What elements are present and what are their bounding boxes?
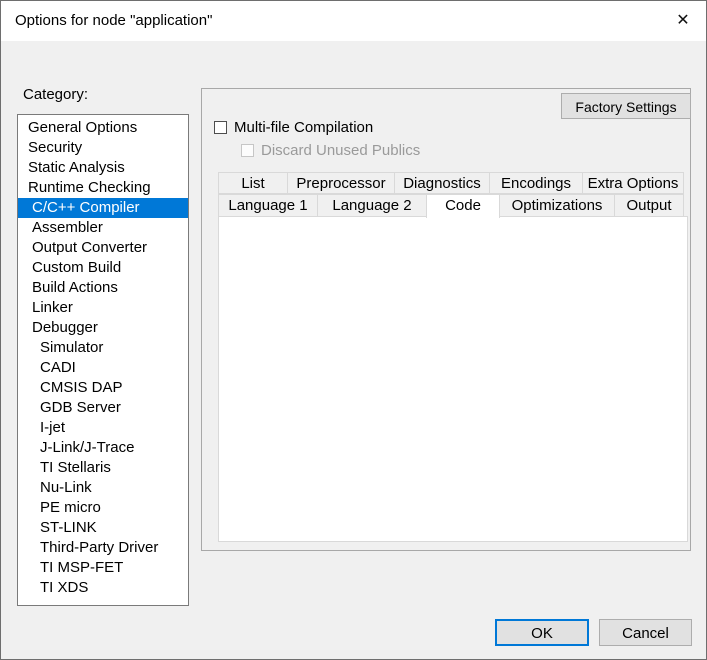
options-dialog: Options for node "application" ✕ Categor… (0, 0, 707, 660)
discard-unused-publics-checkbox-row: Discard Unused Publics (241, 142, 420, 159)
category-item[interactable]: J-Link/J-Trace (18, 438, 188, 458)
category-item[interactable]: I-jet (18, 418, 188, 438)
category-item[interactable]: PE micro (18, 498, 188, 518)
tab-preprocessor[interactable]: Preprocessor (287, 172, 395, 194)
dialog-title: Options for node "application" (15, 1, 212, 41)
title-bar: Options for node "application" ✕ (1, 1, 706, 41)
category-item[interactable]: CADI (18, 358, 188, 378)
cancel-button[interactable]: Cancel (599, 619, 692, 646)
category-label: Category: (23, 86, 88, 103)
tab-row-1: ListPreprocessorDiagnosticsEncodingsExtr… (218, 172, 684, 194)
category-item[interactable]: Simulator (18, 338, 188, 358)
tab-diagnostics[interactable]: Diagnostics (394, 172, 490, 194)
category-item[interactable]: Nu-Link (18, 478, 188, 498)
category-item[interactable]: CMSIS DAP (18, 378, 188, 398)
category-item[interactable]: GDB Server (18, 398, 188, 418)
tab-language-1[interactable]: Language 1 (218, 194, 318, 217)
tab-language-2[interactable]: Language 2 (317, 194, 427, 217)
tab-code[interactable]: Code (426, 194, 500, 218)
tab-row-2: Language 1Language 2CodeOptimizationsOut… (218, 194, 684, 217)
multi-file-compilation-label: Multi-file Compilation (234, 119, 373, 136)
category-item[interactable]: Custom Build (18, 258, 188, 278)
category-listbox[interactable]: General OptionsSecurityStatic AnalysisRu… (17, 114, 189, 606)
category-item[interactable]: General Options (18, 118, 188, 138)
tab-optimizations[interactable]: Optimizations (499, 194, 615, 217)
category-item[interactable]: Debugger (18, 318, 188, 338)
tab-output[interactable]: Output (614, 194, 684, 217)
category-item[interactable]: Linker (18, 298, 188, 318)
category-item[interactable]: ST-LINK (18, 518, 188, 538)
category-item[interactable]: Assembler (18, 218, 188, 238)
category-item[interactable]: Output Converter (18, 238, 188, 258)
category-item[interactable]: Security (18, 138, 188, 158)
close-icon[interactable]: ✕ (660, 1, 706, 41)
tab-list[interactable]: List (218, 172, 288, 194)
tab-encodings[interactable]: Encodings (489, 172, 583, 194)
category-item[interactable]: Build Actions (18, 278, 188, 298)
category-item[interactable]: C/C++ Compiler (18, 198, 188, 218)
tab-extra-options[interactable]: Extra Options (582, 172, 684, 194)
category-item[interactable]: Runtime Checking (18, 178, 188, 198)
discard-unused-publics-label: Discard Unused Publics (261, 142, 420, 159)
category-item[interactable]: TI MSP-FET (18, 558, 188, 578)
multi-file-compilation-checkbox-row[interactable]: Multi-file Compilation (214, 119, 373, 136)
category-item[interactable]: TI Stellaris (18, 458, 188, 478)
category-item[interactable]: TI XDS (18, 578, 188, 598)
multi-file-compilation-checkbox[interactable] (214, 121, 227, 134)
ok-button[interactable]: OK (495, 619, 589, 646)
category-item[interactable]: Static Analysis (18, 158, 188, 178)
category-item[interactable]: Third-Party Driver (18, 538, 188, 558)
factory-settings-button[interactable]: Factory Settings (561, 93, 691, 119)
discard-unused-publics-checkbox (241, 144, 254, 157)
code-tab-page (218, 216, 688, 542)
